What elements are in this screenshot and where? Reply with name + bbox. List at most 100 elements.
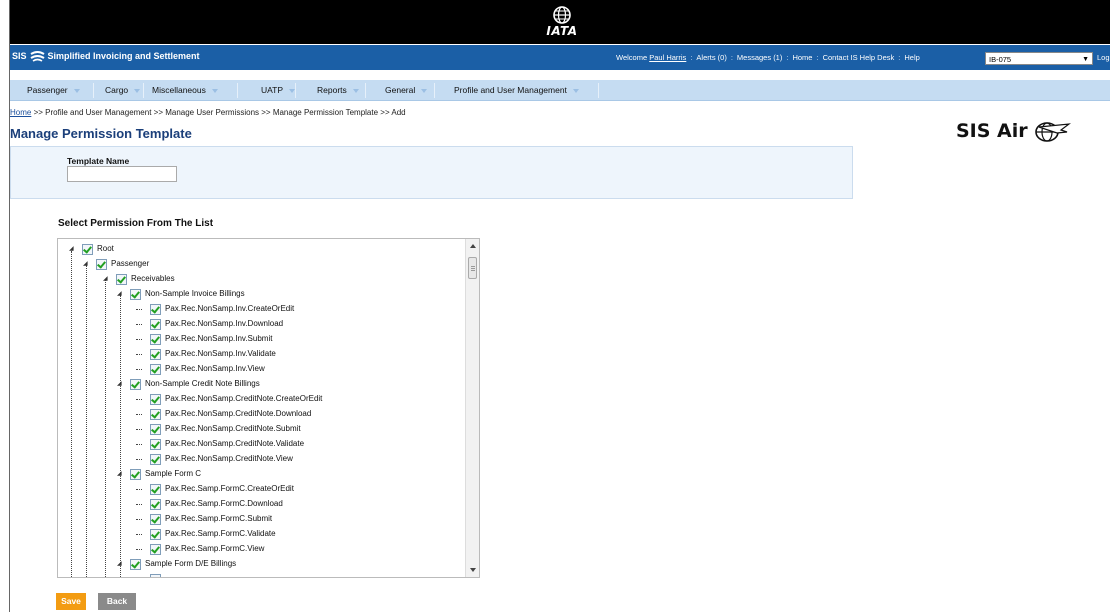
menu-reports[interactable]: Reports — [317, 80, 359, 101]
airline-select[interactable]: IB-075 ▼ — [985, 52, 1093, 65]
tree-node[interactable]: Pax.Rec.Samp.FormC.Submit — [150, 512, 272, 526]
messages-link[interactable]: Messages (1) — [737, 53, 782, 62]
tree-node[interactable]: Pax.Rec.NonSamp.CreditNote.Validate — [150, 437, 304, 451]
tree-node[interactable]: Pax.Rec.NonSamp.Inv.Submit — [150, 332, 272, 346]
tree-node-checkbox[interactable] — [150, 574, 161, 577]
tree-node-checkbox[interactable] — [130, 288, 141, 300]
tree-node[interactable]: Pax.Rec.NonSamp.CreditNote.View — [150, 452, 293, 466]
tree-node-checkbox[interactable] — [116, 273, 127, 285]
brand[interactable]: SIS Simplified Invoicing and Settlement — [12, 50, 200, 62]
tree-collapse-icon[interactable]: ◢ — [117, 560, 122, 567]
tree-node-checkbox[interactable] — [150, 393, 161, 405]
home-link[interactable]: Home — [792, 53, 812, 62]
iata-logo-text: IATA — [546, 24, 578, 38]
tree-node-checkbox[interactable] — [96, 258, 107, 270]
tree-node[interactable]: Receivables — [116, 272, 175, 286]
scroll-thumb[interactable] — [468, 257, 477, 279]
tree-node-label: Pax.Rec.Samp.FormC.CreateOrEdit — [165, 484, 294, 493]
menu-cargo[interactable]: Cargo — [105, 80, 141, 101]
tree-node-label: Pax.Rec.NonSamp.CreditNote.CreateOrEdit — [165, 394, 323, 403]
tree-node-checkbox[interactable] — [150, 303, 161, 315]
template-name-label: Template Name — [67, 156, 130, 166]
tree-collapse-icon[interactable]: ◢ — [117, 290, 122, 297]
tree-node-label: Pax.Rec.Samp.FormC.View — [165, 544, 265, 553]
help-link[interactable]: Help — [904, 53, 919, 62]
caret-down-icon — [421, 88, 428, 93]
tree-node-checkbox[interactable] — [150, 438, 161, 450]
save-button[interactable]: Save — [56, 593, 86, 610]
tree-branch-line — [136, 324, 142, 325]
tree-collapse-icon[interactable]: ◢ — [117, 380, 122, 387]
permission-tree[interactable]: ◢ Root ◢ Passenger ◢ Receivables ◢ Non-Sample I… — [57, 238, 480, 578]
tree-collapse-icon[interactable]: ◢ — [117, 470, 122, 477]
tree-node-checkbox[interactable] — [150, 408, 161, 420]
tree-node-label: Non-Sample Invoice Billings — [145, 289, 245, 298]
menu-passenger[interactable]: Passenger — [27, 80, 80, 101]
breadcrumb: Home >> Profile and User Management >> M… — [10, 108, 406, 117]
tree-node[interactable]: Non-Sample Invoice Billings — [130, 287, 245, 301]
tree-scrollbar[interactable] — [465, 239, 479, 577]
tree-branch-line — [136, 444, 142, 445]
tree-node-checkbox[interactable] — [150, 513, 161, 525]
menu-profile-user-management[interactable]: Profile and User Management — [454, 80, 579, 101]
tree-node[interactable]: Root — [82, 242, 114, 256]
back-button[interactable]: Back — [98, 593, 136, 610]
tree-branch-line — [136, 489, 142, 490]
scroll-down-icon[interactable] — [470, 568, 476, 572]
select-permission-title: Select Permission From The List — [58, 218, 214, 229]
contact-link[interactable]: Contact IS Help Desk — [823, 53, 895, 62]
tree-node-checkbox[interactable] — [150, 483, 161, 495]
tree-node-label: Pax.Rec.NonSamp.Inv.View — [165, 364, 265, 373]
tree-node-checkbox[interactable] — [150, 363, 161, 375]
tree-node-checkbox[interactable] — [82, 243, 93, 255]
tree-branch-line — [136, 549, 142, 550]
tree-node[interactable]: Pax.Rec.NonSamp.CreditNote.Submit — [150, 422, 301, 436]
tree-node-checkbox[interactable] — [150, 333, 161, 345]
tree-node[interactable]: Pax.Rec.NonSamp.CreditNote.Download — [150, 407, 311, 421]
tree-node[interactable]: Pax.Rec.Samp.FormC.Validate — [150, 527, 276, 541]
tree-branch-line — [136, 414, 142, 415]
tree-node[interactable]: Pax.Rec.Samp.FormC.View — [150, 542, 264, 556]
scroll-up-icon[interactable] — [470, 244, 476, 248]
tree-node-checkbox[interactable] — [130, 468, 141, 480]
tree-node-checkbox[interactable] — [130, 558, 141, 570]
breadcrumb-home-link[interactable]: Home — [10, 108, 31, 117]
tree-node-checkbox[interactable] — [150, 318, 161, 330]
tree-node[interactable]: Pax.Rec.NonSamp.Inv.Download — [150, 317, 283, 331]
tree-collapse-icon[interactable]: ◢ — [83, 260, 88, 267]
tree-node-checkbox[interactable] — [150, 498, 161, 510]
tree-node-checkbox[interactable] — [130, 378, 141, 390]
menu-miscellaneous[interactable]: Miscellaneous — [152, 80, 218, 101]
tree-node[interactable]: Pax.Rec.Samp.FormC.Download — [150, 497, 283, 511]
tree-node[interactable]: Non-Sample Credit Note Billings — [130, 377, 260, 391]
tree-node[interactable]: Pax.Rec.Samp.FormC.CreateOrEdit — [150, 482, 294, 496]
user-name-link[interactable]: Paul Harris — [649, 53, 686, 62]
menu-uatp[interactable]: UATP — [261, 80, 296, 101]
alerts-link[interactable]: Alerts (0) — [696, 53, 726, 62]
tree-node[interactable]: Pax.Rec.NonSamp.Inv.Validate — [150, 347, 276, 361]
tree-node-label: Sample Form D/E Billings — [145, 559, 237, 568]
template-name-input[interactable] — [67, 166, 177, 182]
tree-node-checkbox[interactable] — [150, 453, 161, 465]
tree-node-label: Pax.Rec.NonSamp.Inv.CreateOrEdit — [165, 304, 295, 313]
caret-down-icon — [134, 88, 141, 93]
tree-node[interactable]: Pax.Rec.NonSamp.Inv.View — [150, 362, 265, 376]
tree-node-checkbox[interactable] — [150, 423, 161, 435]
tree-node-checkbox[interactable] — [150, 543, 161, 555]
menu-general[interactable]: General — [385, 80, 428, 101]
tree-node[interactable]: Passenger — [96, 257, 149, 271]
tree-node[interactable]: Pax.Rec.NonSamp.Inv.CreateOrEdit — [150, 302, 294, 316]
logoff-link[interactable]: Log Off — [1097, 53, 1110, 62]
tree-collapse-icon[interactable]: ◢ — [103, 275, 108, 282]
tree-node-checkbox[interactable] — [150, 348, 161, 360]
tree-node-checkbox[interactable] — [150, 528, 161, 540]
tree-node[interactable]: Sample Form C — [130, 467, 201, 481]
tree-node[interactable]: Sample Form D/E Billings — [130, 557, 236, 571]
tree-node[interactable]: Pax.Rec.NonSamp.CreditNote.CreateOrEdit — [150, 392, 322, 406]
tree-guide-line — [120, 295, 121, 577]
tree-collapse-icon[interactable]: ◢ — [69, 245, 74, 252]
tree-node-label: Pax.Rec.NonSamp.CreditNote.Validate — [165, 439, 305, 448]
tree-branch-line — [136, 309, 142, 310]
sis-air-logo-text: SIS Air — [956, 120, 1028, 142]
iata-logo: IATA — [537, 5, 587, 41]
